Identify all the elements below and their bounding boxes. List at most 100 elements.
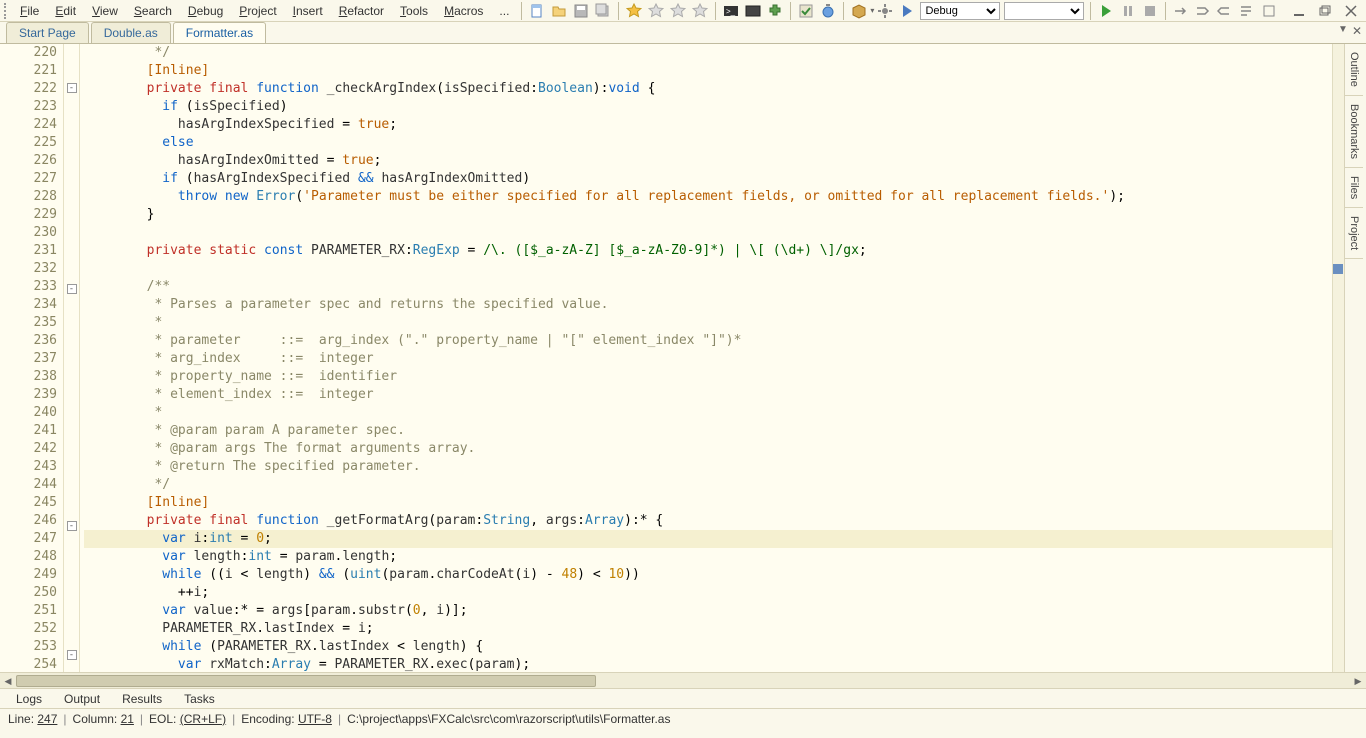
side-tab-bookmarks[interactable]: Bookmarks <box>1345 96 1363 168</box>
toolbar-handle[interactable] <box>4 3 8 19</box>
line-number[interactable]: 232 <box>0 260 57 278</box>
line-number[interactable]: 248 <box>0 548 57 566</box>
overview-ruler[interactable] <box>1332 44 1344 672</box>
menu-insert[interactable]: Insert <box>285 2 331 20</box>
side-tab-files[interactable]: Files <box>1345 168 1363 208</box>
status-line[interactable]: 247 <box>37 712 57 726</box>
line-number[interactable]: 247 <box>0 530 57 548</box>
fold-gutter[interactable]: ---- <box>64 44 80 672</box>
pause-icon[interactable] <box>1120 3 1136 19</box>
console-icon[interactable]: >_ <box>723 3 739 19</box>
code-line[interactable]: [Inline] <box>84 62 1366 80</box>
config-select[interactable]: Debug <box>920 2 1000 20</box>
code-line[interactable]: hasArgIndexOmitted = true; <box>84 152 1366 170</box>
code-line[interactable] <box>84 224 1366 242</box>
line-number[interactable]: 225 <box>0 134 57 152</box>
step-into-icon[interactable] <box>1195 3 1211 19</box>
continue-icon[interactable] <box>1261 3 1277 19</box>
code-line[interactable]: throw new Error('Parameter must be eithe… <box>84 188 1366 206</box>
code-line[interactable]: * @param param A parameter spec. <box>84 422 1366 440</box>
code-line[interactable]: hasArgIndexSpecified = true; <box>84 116 1366 134</box>
line-number[interactable]: 246 <box>0 512 57 530</box>
play-icon[interactable] <box>899 3 915 19</box>
scrollbar-thumb[interactable] <box>16 675 596 687</box>
line-number[interactable]: 242 <box>0 440 57 458</box>
code-line[interactable]: * Parses a parameter spec and returns th… <box>84 296 1366 314</box>
code-line[interactable]: ++i; <box>84 584 1366 602</box>
star-grey3-icon[interactable] <box>692 3 708 19</box>
code-line[interactable]: [Inline] <box>84 494 1366 512</box>
package-icon[interactable] <box>851 3 867 19</box>
star-grey-icon[interactable] <box>648 3 664 19</box>
bottom-tab-output[interactable]: Output <box>54 690 110 708</box>
line-number[interactable]: 243 <box>0 458 57 476</box>
fold-toggle[interactable]: - <box>67 521 77 531</box>
code-line[interactable]: var rxMatch:Array = PARAMETER_RX.exec(pa… <box>84 656 1366 672</box>
code-line[interactable]: while ((i < length) && (uint(param.charC… <box>84 566 1366 584</box>
code-line[interactable]: if (hasArgIndexSpecified && hasArgIndexO… <box>84 170 1366 188</box>
line-number[interactable]: 234 <box>0 296 57 314</box>
line-number[interactable]: 230 <box>0 224 57 242</box>
code-line[interactable]: * <box>84 404 1366 422</box>
line-number[interactable]: 249 <box>0 566 57 584</box>
code-line[interactable]: * property_name ::= identifier <box>84 368 1366 386</box>
bottom-tab-results[interactable]: Results <box>112 690 172 708</box>
stop-icon[interactable] <box>1142 3 1158 19</box>
line-number[interactable]: 224 <box>0 116 57 134</box>
code-line[interactable]: private final function _getFormatArg(par… <box>84 512 1366 530</box>
line-number[interactable]: 228 <box>0 188 57 206</box>
run-icon[interactable] <box>1098 3 1114 19</box>
line-number[interactable]: 236 <box>0 332 57 350</box>
line-number[interactable]: 245 <box>0 494 57 512</box>
code-line[interactable]: PARAMETER_RX.lastIndex = i; <box>84 620 1366 638</box>
gear-icon[interactable] <box>877 3 893 19</box>
check-syntax-icon[interactable] <box>798 3 814 19</box>
code-line[interactable]: * @return The specified parameter. <box>84 458 1366 476</box>
tab-formatter-as[interactable]: Formatter.as <box>173 22 266 43</box>
save-icon[interactable] <box>573 3 589 19</box>
marker[interactable] <box>1333 264 1343 274</box>
plugin-icon[interactable] <box>767 3 783 19</box>
timer-icon[interactable] <box>820 3 836 19</box>
code-line[interactable]: * parameter ::= arg_index ("." property_… <box>84 332 1366 350</box>
code-line[interactable]: */ <box>84 44 1366 62</box>
code-line[interactable]: * arg_index ::= integer <box>84 350 1366 368</box>
code-line[interactable]: * @param args The format arguments array… <box>84 440 1366 458</box>
line-number[interactable]: 222 <box>0 80 57 98</box>
menu-macros[interactable]: Macros <box>436 2 491 20</box>
code-line[interactable]: var length:int = param.length; <box>84 548 1366 566</box>
code-line[interactable]: */ <box>84 476 1366 494</box>
menu-refactor[interactable]: Refactor <box>331 2 392 20</box>
star-icon[interactable] <box>626 3 642 19</box>
line-number[interactable]: 221 <box>0 62 57 80</box>
code-line[interactable]: * element_index ::= integer <box>84 386 1366 404</box>
code-line[interactable]: /** <box>84 278 1366 296</box>
tab-menu-icon[interactable]: ▼ <box>1338 24 1348 38</box>
line-number[interactable]: 229 <box>0 206 57 224</box>
menu-edit[interactable]: Edit <box>47 2 84 20</box>
menu-search[interactable]: Search <box>126 2 180 20</box>
open-file-icon[interactable] <box>551 3 567 19</box>
tab-start-page[interactable]: Start Page <box>6 22 89 43</box>
fold-toggle[interactable]: - <box>67 650 77 660</box>
tab-double-as[interactable]: Double.as <box>91 22 171 43</box>
run-to-cursor-icon[interactable] <box>1239 3 1255 19</box>
terminal-icon[interactable] <box>745 3 761 19</box>
code-line[interactable]: private final function _checkArgIndex(is… <box>84 80 1366 98</box>
scroll-right-icon[interactable]: ▶ <box>1350 673 1366 689</box>
status-col[interactable]: 21 <box>121 712 134 726</box>
step-out-icon[interactable] <box>1217 3 1233 19</box>
code-line[interactable]: while (PARAMETER_RX.lastIndex < length) … <box>84 638 1366 656</box>
line-number[interactable]: 252 <box>0 620 57 638</box>
line-number[interactable]: 240 <box>0 404 57 422</box>
code-line[interactable]: else <box>84 134 1366 152</box>
line-number[interactable]: 239 <box>0 386 57 404</box>
minimize-icon[interactable] <box>1291 3 1307 19</box>
code-line[interactable] <box>84 260 1366 278</box>
line-number[interactable]: 238 <box>0 368 57 386</box>
restore-icon[interactable] <box>1317 3 1333 19</box>
bottom-tab-tasks[interactable]: Tasks <box>174 690 225 708</box>
menu-project[interactable]: Project <box>231 2 284 20</box>
close-window-icon[interactable] <box>1343 3 1359 19</box>
star-grey2-icon[interactable] <box>670 3 686 19</box>
